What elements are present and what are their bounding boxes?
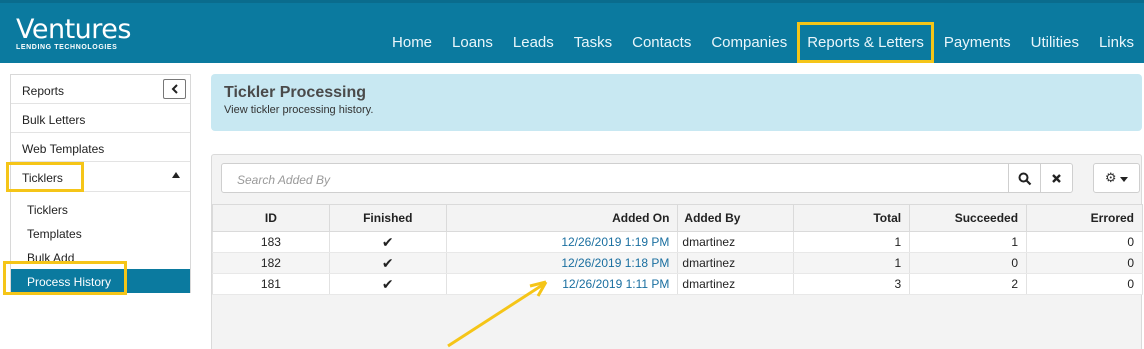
- col-header-succeeded[interactable]: Succeeded: [909, 204, 1028, 232]
- collapse-sidebar-button[interactable]: [163, 79, 186, 99]
- chevron-down-icon: [1120, 177, 1129, 182]
- clear-search-button[interactable]: [1040, 163, 1073, 193]
- cell-added-by: dmartinez: [677, 231, 795, 253]
- cell-id: 182: [212, 252, 330, 274]
- sidebar-group-ticklers[interactable]: Ticklers: [6, 162, 190, 192]
- sidebar-item-reports[interactable]: Reports: [11, 75, 190, 104]
- page-banner: Tickler Processing View tickler processi…: [211, 74, 1142, 131]
- close-icon: [1052, 174, 1061, 183]
- top-navbar: Ventures LENDING TECHNOLOGIES Home Loans…: [0, 0, 1144, 63]
- table-row[interactable]: 182 ✔ 12/26/2019 1:18 PM dmartinez 1 0 0: [212, 252, 1143, 274]
- caret-up-icon: [172, 172, 180, 178]
- settings-dropdown-button[interactable]: ⚙: [1093, 163, 1140, 193]
- history-table: ID Finished Added On Added By Total Succ…: [212, 204, 1143, 295]
- cell-succeeded: 1: [909, 231, 1028, 253]
- logo-main-text: Ventures: [16, 14, 131, 45]
- ventures-logo[interactable]: Ventures LENDING TECHNOLOGIES: [16, 16, 131, 51]
- sidebar-item-label: Web Templates: [22, 142, 105, 156]
- col-header-total[interactable]: Total: [793, 204, 911, 232]
- col-header-added-on[interactable]: Added On: [445, 204, 679, 232]
- sidebar-subitem-ticklers[interactable]: Ticklers: [11, 197, 190, 221]
- col-header-errored[interactable]: Errored: [1026, 204, 1143, 232]
- nav-reports-letters[interactable]: Reports & Letters: [797, 22, 934, 63]
- col-header-finished[interactable]: Finished: [328, 204, 447, 232]
- sidebar-item-label: Reports: [22, 84, 65, 98]
- annotation-arrow-icon: [447, 280, 548, 348]
- table-header-row: ID Finished Added On Added By Total Succ…: [212, 204, 1143, 232]
- cell-total: 3: [793, 273, 911, 295]
- page: Ventures LENDING TECHNOLOGIES Home Loans…: [0, 0, 1144, 349]
- cell-errored: 0: [1026, 252, 1143, 274]
- cell-added-on-link[interactable]: 12/26/2019 1:18 PM: [445, 252, 679, 274]
- nav-links[interactable]: Links: [1089, 34, 1144, 63]
- gear-icon: ⚙: [1104, 170, 1117, 185]
- sidebar-item-label: Ticklers: [6, 162, 84, 192]
- finished-check-icon: ✔: [328, 273, 447, 295]
- logo-sub-text: LENDING TECHNOLOGIES: [16, 44, 118, 51]
- sidebar-item-bulk-letters[interactable]: Bulk Letters: [11, 104, 190, 133]
- process-history-highlight: [3, 261, 127, 295]
- history-panel: Search Added By ⚙ ID Finished Added On A…: [211, 154, 1143, 349]
- main-nav: Home Loans Leads Tasks Contacts Companie…: [382, 3, 1144, 63]
- nav-companies[interactable]: Companies: [701, 34, 797, 63]
- cell-total: 1: [793, 252, 911, 274]
- nav-utilities[interactable]: Utilities: [1021, 34, 1089, 63]
- cell-succeeded: 2: [909, 273, 1028, 295]
- nav-home[interactable]: Home: [382, 34, 442, 63]
- nav-payments[interactable]: Payments: [934, 34, 1021, 63]
- nav-loans[interactable]: Loans: [442, 34, 503, 63]
- cell-id: 183: [212, 231, 330, 253]
- nav-tasks[interactable]: Tasks: [564, 34, 622, 63]
- cell-total: 1: [793, 231, 911, 253]
- sidebar-item-label: Bulk Letters: [22, 113, 86, 127]
- sidebar-subitem-templates[interactable]: Templates: [11, 221, 190, 245]
- cell-errored: 0: [1026, 273, 1143, 295]
- cell-id: 181: [212, 273, 330, 295]
- search-icon: [1018, 172, 1031, 186]
- finished-check-icon: ✔: [328, 252, 447, 274]
- page-title: Tickler Processing: [224, 84, 366, 101]
- col-header-id[interactable]: ID: [212, 204, 330, 232]
- cell-errored: 0: [1026, 231, 1143, 253]
- table-row[interactable]: 181 ✔ 12/26/2019 1:11 PM dmartinez 3 2 0: [212, 273, 1143, 295]
- nav-leads[interactable]: Leads: [503, 34, 564, 63]
- search-button[interactable]: [1008, 163, 1041, 193]
- cell-added-by: dmartinez: [677, 273, 795, 295]
- cell-added-on-link[interactable]: 12/26/2019 1:19 PM: [445, 231, 679, 253]
- chevron-left-icon: [171, 84, 178, 94]
- cell-added-by: dmartinez: [677, 252, 795, 274]
- table-row[interactable]: 183 ✔ 12/26/2019 1:19 PM dmartinez 1 1 0: [212, 231, 1143, 253]
- nav-contacts[interactable]: Contacts: [622, 34, 701, 63]
- col-header-added-by[interactable]: Added By: [677, 204, 795, 232]
- page-subtitle: View tickler processing history.: [224, 104, 374, 116]
- cell-succeeded: 0: [909, 252, 1028, 274]
- sidebar-item-web-templates[interactable]: Web Templates: [11, 133, 190, 162]
- search-input[interactable]: Search Added By: [221, 163, 1009, 193]
- finished-check-icon: ✔: [328, 231, 447, 253]
